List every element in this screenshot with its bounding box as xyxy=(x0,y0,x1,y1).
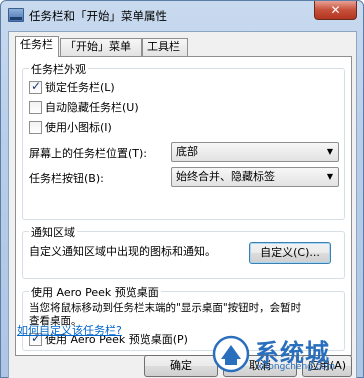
properties-window: 任务栏和「开始」菜单属性 ✕ 任务栏 「开始」菜单 工具栏 任务栏外观 锁定任务… xyxy=(0,0,364,378)
watermark-logo-icon xyxy=(212,335,250,373)
buttons-value: 始终合并、隐藏标签 xyxy=(176,170,275,183)
notification-description: 自定义通知区域中出现的图标和通知。 xyxy=(29,245,216,258)
buttons-label: 任务栏按钮(B): xyxy=(29,172,104,185)
location-label: 屏幕上的任务栏位置(T): xyxy=(29,147,148,160)
watermark-url: xitongcheng.com xyxy=(257,362,335,372)
tab-start-menu[interactable]: 「开始」菜单 xyxy=(60,38,142,56)
small-icons-label: 使用小图标(I) xyxy=(45,121,112,134)
dialog-client: 任务栏 「开始」菜单 工具栏 任务栏外观 锁定任务栏(L) 自动隐藏任务栏(U)… xyxy=(8,31,357,378)
notification-group-title: 通知区域 xyxy=(29,224,77,240)
watermark: 系统城 xitongcheng.com xyxy=(211,333,361,375)
appearance-group: 任务栏外观 锁定任务栏(L) 自动隐藏任务栏(U) 使用小图标(I) 屏幕上的任… xyxy=(22,61,345,220)
appearance-group-title: 任务栏外观 xyxy=(29,61,88,77)
autohide-option[interactable]: 自动隐藏任务栏(U) xyxy=(29,99,139,115)
ok-button[interactable]: 确定 xyxy=(144,355,218,377)
buttons-select[interactable]: 始终合并、隐藏标签 ▼ xyxy=(171,167,339,187)
tab-taskbar[interactable]: 任务栏 xyxy=(15,36,59,57)
autohide-checkbox[interactable] xyxy=(29,100,42,114)
lock-taskbar-checkbox[interactable] xyxy=(29,79,42,94)
help-link[interactable]: 如何自定义该任务栏? xyxy=(17,322,122,338)
lock-taskbar-option[interactable]: 锁定任务栏(L) xyxy=(29,79,115,95)
taskbar-icon xyxy=(8,8,24,22)
chevron-down-icon: ▼ xyxy=(326,147,333,156)
window-title: 任务栏和「开始」菜单属性 xyxy=(29,9,167,23)
location-select[interactable]: 底部 ▼ xyxy=(171,142,339,162)
tab-toolbars[interactable]: 工具栏 xyxy=(142,38,188,56)
aero-peek-group-title: 使用 Aero Peek 预览桌面 xyxy=(29,284,161,300)
tab-panel: 任务栏外观 锁定任务栏(L) 自动隐藏任务栏(U) 使用小图标(I) 屏幕上的任… xyxy=(15,56,352,356)
title-bar[interactable]: 任务栏和「开始」菜单属性 ✕ xyxy=(1,1,363,31)
notification-group: 通知区域 自定义通知区域中出现的图标和通知。 自定义(C)... xyxy=(22,224,345,279)
lock-taskbar-label: 锁定任务栏(L) xyxy=(45,81,115,94)
close-button[interactable]: ✕ xyxy=(314,1,357,20)
chevron-down-icon: ▼ xyxy=(326,172,333,181)
small-icons-option[interactable]: 使用小图标(I) xyxy=(29,119,112,135)
location-value: 底部 xyxy=(176,145,198,158)
small-icons-checkbox[interactable] xyxy=(29,120,42,134)
autohide-label: 自动隐藏任务栏(U) xyxy=(45,101,139,114)
customize-button[interactable]: 自定义(C)... xyxy=(249,242,331,264)
